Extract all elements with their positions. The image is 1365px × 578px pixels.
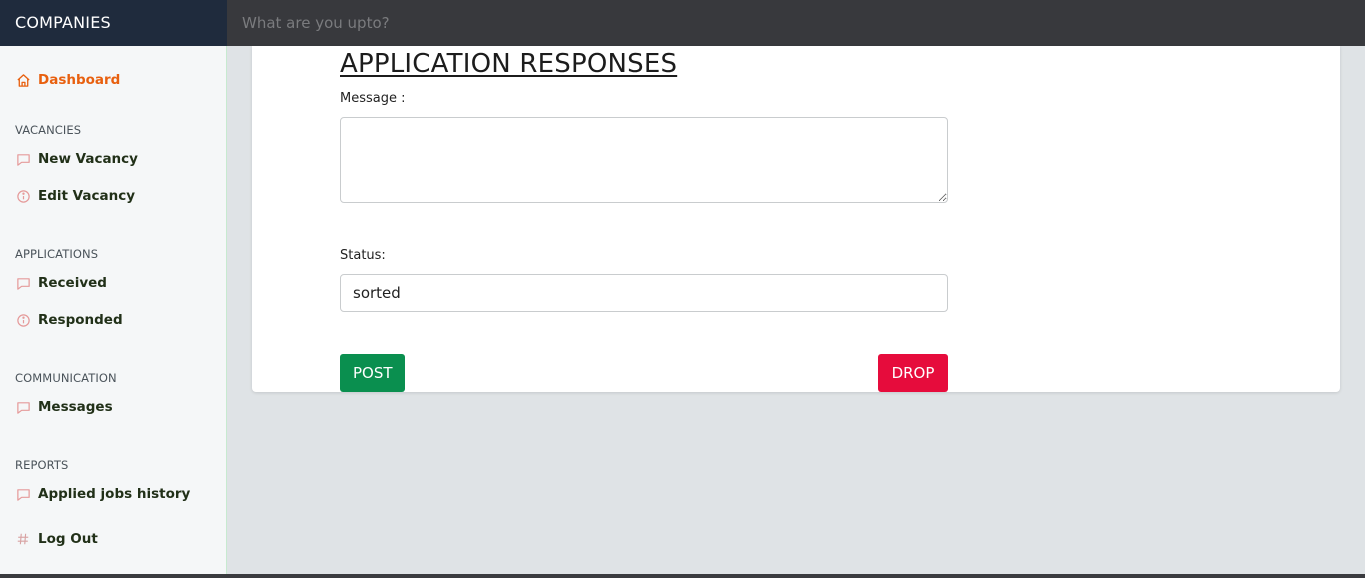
sidebar-item-edit-vacancy[interactable]: Edit Vacancy [15, 186, 135, 206]
application-responses-card: APPLICATION RESPONSES Message : Status: … [252, 46, 1340, 392]
info-icon [15, 188, 31, 204]
sidebar-item-label: Messages [38, 399, 113, 415]
message-icon [15, 151, 31, 167]
sidebar-item-label: Edit Vacancy [38, 188, 136, 204]
sidebar-item-label: New Vacancy [38, 151, 138, 167]
message-icon [15, 486, 31, 502]
sidebar-item-log-out[interactable]: Log Out [15, 529, 98, 549]
brand-title[interactable]: COMPANIES [0, 0, 227, 46]
message-icon [15, 275, 31, 291]
hash-icon [15, 531, 31, 547]
status-label: Status: [340, 248, 386, 263]
section-applications: APPLICATIONS [15, 247, 99, 261]
status-input[interactable] [340, 274, 948, 312]
sidebar-item-label: Received [38, 275, 107, 291]
page-title: APPLICATION RESPONSES [340, 49, 678, 79]
message-icon [15, 399, 31, 415]
home-icon [15, 72, 31, 88]
post-button[interactable]: POST [340, 354, 405, 392]
bottom-strip [0, 574, 1365, 578]
section-vacancies: VACANCIES [15, 123, 82, 137]
sidebar-item-responded[interactable]: Responded [15, 310, 123, 330]
search-input[interactable] [227, 0, 1365, 46]
top-bar: COMPANIES [0, 0, 1365, 46]
message-label: Message : [340, 91, 406, 106]
section-communication: COMMUNICATION [15, 371, 117, 385]
sidebar-item-received[interactable]: Received [15, 273, 107, 293]
message-textarea[interactable] [340, 117, 948, 203]
sidebar-item-applied-jobs-history[interactable]: Applied jobs history [15, 484, 190, 504]
section-reports: REPORTS [15, 458, 69, 472]
sidebar-item-new-vacancy[interactable]: New Vacancy [15, 149, 138, 169]
sidebar-item-label: Log Out [38, 531, 98, 547]
sidebar-item-dashboard[interactable]: Dashboard [15, 70, 120, 90]
sidebar-item-label: Responded [38, 312, 123, 328]
sidebar: Dashboard VACANCIES New Vacancy Edit Vac… [0, 46, 227, 574]
sidebar-item-label: Applied jobs history [38, 486, 191, 502]
sidebar-item-label: Dashboard [38, 72, 121, 88]
drop-button[interactable]: DROP [878, 354, 948, 392]
search-bar [227, 0, 1365, 46]
info-icon [15, 312, 31, 328]
sidebar-item-messages[interactable]: Messages [15, 397, 113, 417]
